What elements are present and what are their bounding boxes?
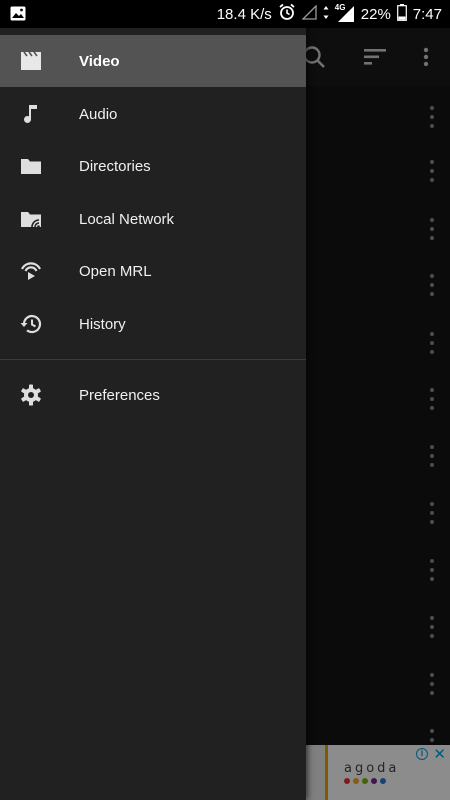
nav-label: Open MRL — [79, 262, 152, 280]
data-arrows-icon — [323, 5, 329, 24]
battery-percent: 22% — [360, 5, 391, 23]
nav-item-history[interactable]: History — [0, 298, 306, 350]
nav-item-preferences[interactable]: Preferences — [0, 369, 306, 421]
gear-icon — [19, 383, 43, 407]
nav-label: Local Network — [79, 210, 175, 228]
network-type-label: 4G — [334, 3, 346, 12]
navigation-drawer: Video Audio Directories Local Network Op… — [0, 28, 306, 800]
network-speed: 18.4 K/s — [216, 5, 272, 23]
nav-item-open-mrl[interactable]: Open MRL — [0, 245, 306, 297]
video-clapper-icon — [19, 49, 43, 73]
signal-4g-icon: 4G — [334, 3, 355, 23]
alarm-icon — [278, 3, 296, 25]
nav-label: History — [79, 315, 126, 333]
nav-item-video[interactable]: Video — [0, 35, 306, 87]
network-folder-icon — [19, 207, 43, 231]
folder-icon — [19, 154, 43, 178]
nav-label: Preferences — [79, 386, 160, 404]
nav-label: Video — [79, 52, 120, 70]
drawer-divider — [0, 359, 306, 360]
image-notification-icon — [10, 6, 26, 26]
stream-icon — [19, 259, 43, 283]
nav-label: Audio — [79, 105, 118, 123]
nav-item-audio[interactable]: Audio — [0, 88, 306, 140]
nav-label: Directories — [79, 157, 151, 175]
nav-item-directories[interactable]: Directories — [0, 140, 306, 192]
music-note-icon — [19, 102, 43, 126]
signal-empty-icon — [301, 3, 317, 24]
nav-item-local-network[interactable]: Local Network — [0, 193, 306, 245]
history-icon — [19, 312, 43, 336]
battery-icon — [396, 3, 407, 25]
status-bar: 18.4 K/s 4G 22% 7:47 — [0, 0, 450, 28]
clock: 7:47 — [412, 5, 442, 23]
